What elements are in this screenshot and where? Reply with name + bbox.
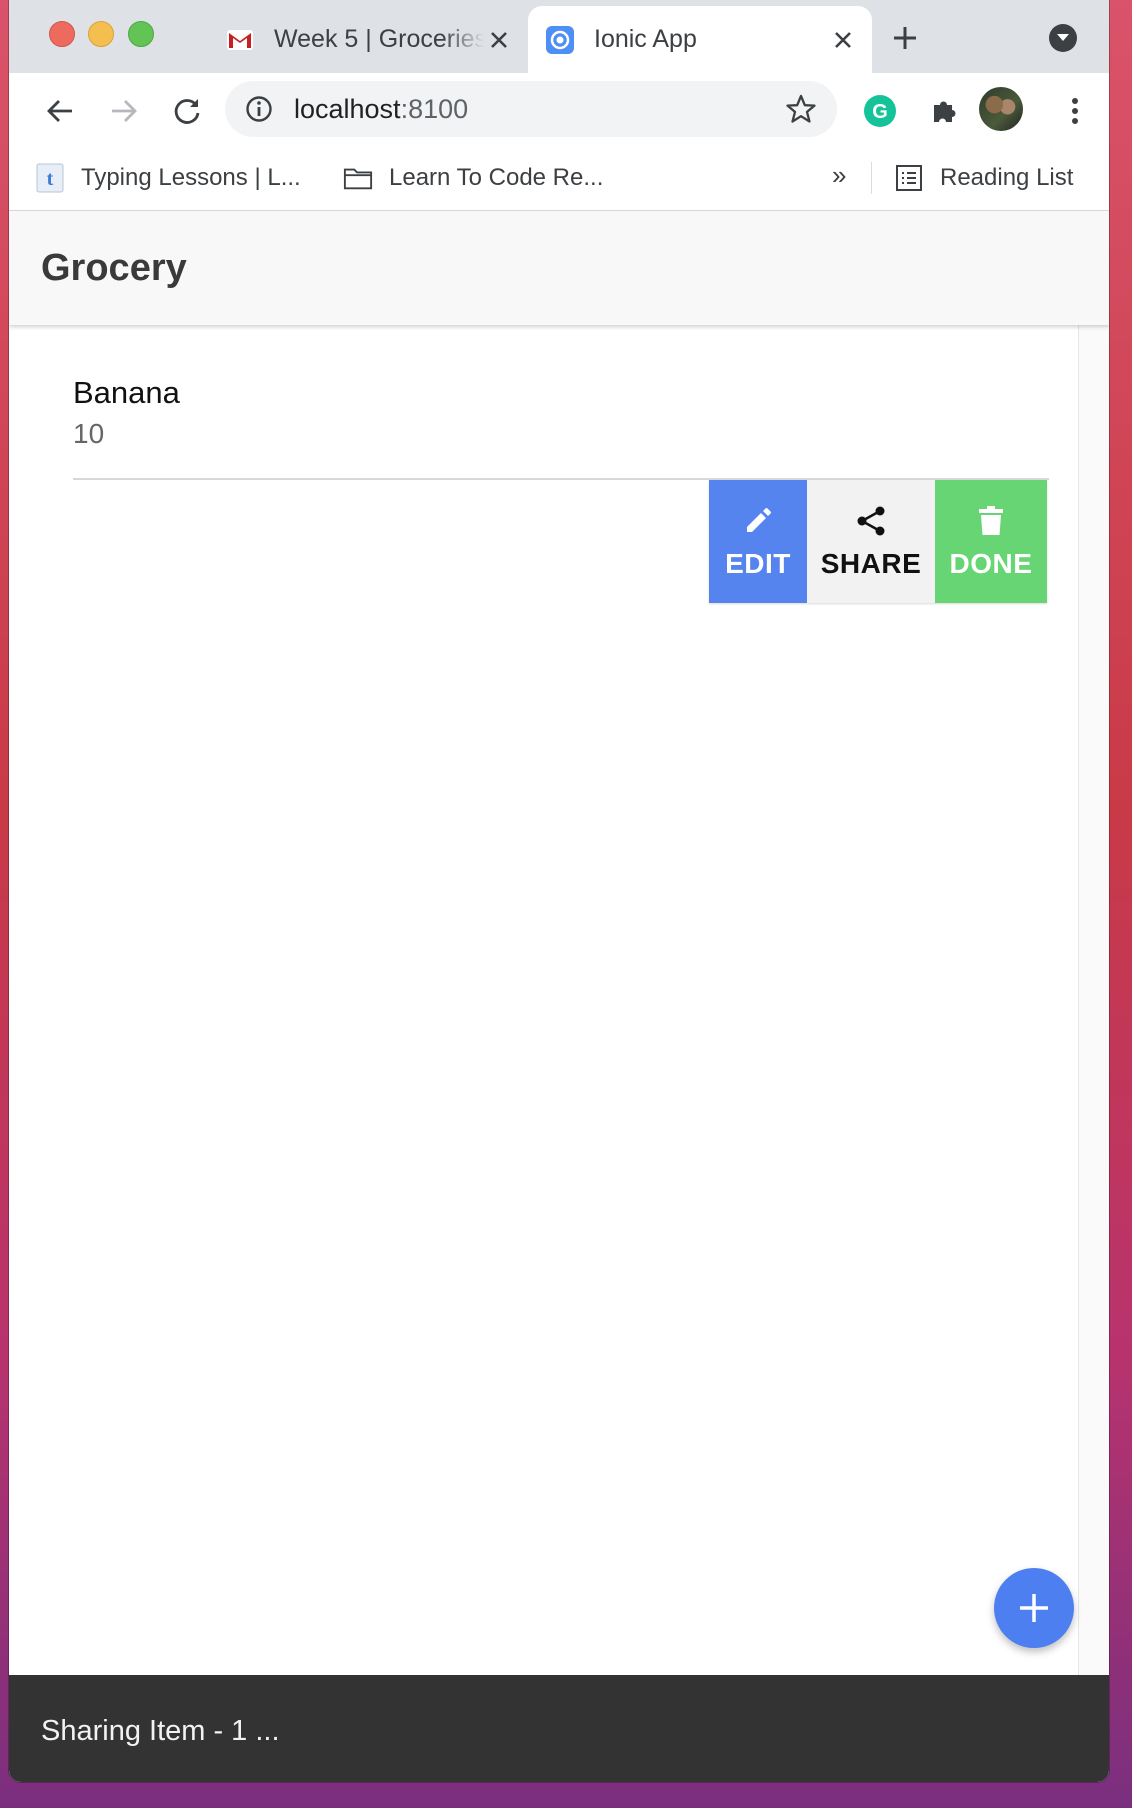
app-header: Grocery (9, 211, 1109, 325)
browser-window: Week 5 | Groceries Ionic App localhost:8… (9, 0, 1109, 1782)
app-content: Banana 10 EDIT SHARE DONE (9, 325, 1109, 1683)
tab-title: Week 5 | Groceries (274, 25, 484, 53)
done-label: DONE (949, 547, 1033, 579)
tab-search-button[interactable] (1049, 24, 1077, 52)
page-title: Grocery (41, 247, 187, 289)
address-bar[interactable]: localhost:8100 (225, 81, 837, 137)
bookmark-star-icon[interactable] (785, 93, 817, 125)
url-port: :8100 (400, 94, 469, 124)
tab-strip: Week 5 | Groceries Ionic App (9, 0, 1109, 73)
bookmark-typing-lessons[interactable]: t Typing Lessons | L... (35, 158, 301, 198)
chevron-down-icon (1057, 34, 1069, 41)
ionic-icon (546, 25, 574, 54)
svg-text:G: G (872, 101, 888, 123)
close-window-button[interactable] (49, 21, 75, 47)
done-button[interactable]: DONE (935, 480, 1047, 603)
profile-avatar[interactable] (979, 87, 1023, 131)
tab-ionic-app[interactable]: Ionic App (528, 6, 872, 73)
tab-title: Ionic App (594, 25, 697, 53)
share-icon (855, 504, 887, 538)
gmail-icon (226, 26, 254, 54)
plus-icon (1020, 1594, 1048, 1622)
edit-button[interactable]: EDIT (709, 480, 807, 603)
folder-icon (343, 163, 373, 193)
arrow-right-icon (112, 100, 137, 122)
reading-list-button[interactable]: Reading List (894, 158, 1073, 198)
info-icon[interactable] (245, 95, 273, 123)
list-item[interactable]: Banana 10 (73, 325, 1049, 480)
grammarly-icon: G (864, 95, 896, 127)
close-tab-icon[interactable] (484, 25, 514, 55)
bookmarks-bar: t Typing Lessons | L... Learn To Code Re… (9, 148, 1109, 211)
arrow-left-icon (47, 100, 72, 122)
ionic-app: Grocery Banana 10 EDIT SHARE DONE Sharin… (9, 211, 1109, 1782)
new-tab-button[interactable] (889, 22, 921, 54)
tab-week5-groceries[interactable]: Week 5 | Groceries (208, 6, 528, 73)
reload-icon (174, 99, 200, 124)
scrollbar-divider (1078, 325, 1079, 1683)
reading-list-icon (894, 163, 924, 193)
bookmark-label: Typing Lessons | L... (81, 164, 301, 191)
reload-button[interactable] (167, 91, 207, 131)
pencil-icon (743, 504, 773, 538)
typing-favicon: t (35, 163, 65, 193)
reading-list-label: Reading List (940, 164, 1074, 191)
more-vertical-icon (1072, 98, 1078, 124)
item-options: EDIT SHARE DONE (709, 480, 1047, 603)
close-tab-icon[interactable] (828, 25, 858, 55)
back-button[interactable] (40, 91, 80, 131)
forward-button[interactable] (104, 91, 144, 131)
item-quantity: 10 (73, 418, 105, 449)
url-text: localhost:8100 (294, 94, 468, 125)
browser-toolbar: localhost:8100 G (9, 73, 1109, 148)
item-name: Banana (73, 375, 180, 410)
share-button[interactable]: SHARE (807, 480, 935, 603)
grammarly-extension-button[interactable]: G (860, 91, 900, 131)
bookmark-folder-learn-to-code[interactable]: Learn To Code Re... (343, 158, 603, 198)
trash-icon (978, 504, 1004, 538)
toast: Sharing Item - 1 ... (9, 1675, 1109, 1782)
puzzle-icon (934, 101, 956, 122)
bookmarks-divider (871, 162, 872, 194)
bookmark-label: Learn To Code Re... (389, 164, 604, 191)
scrollbar-track[interactable] (1079, 325, 1109, 1683)
extensions-button[interactable] (925, 91, 965, 131)
svg-text:t: t (47, 168, 54, 190)
maximize-window-button[interactable] (128, 21, 154, 47)
share-label: SHARE (820, 547, 922, 579)
bookmarks-overflow-button[interactable]: » (832, 160, 846, 191)
add-item-fab[interactable] (994, 1568, 1074, 1648)
url-host: localhost (294, 94, 401, 124)
browser-menu-button[interactable] (1055, 91, 1095, 131)
edit-label: EDIT (725, 547, 791, 579)
minimize-window-button[interactable] (88, 21, 114, 47)
toast-message: Sharing Item - 1 ... (41, 1715, 280, 1747)
